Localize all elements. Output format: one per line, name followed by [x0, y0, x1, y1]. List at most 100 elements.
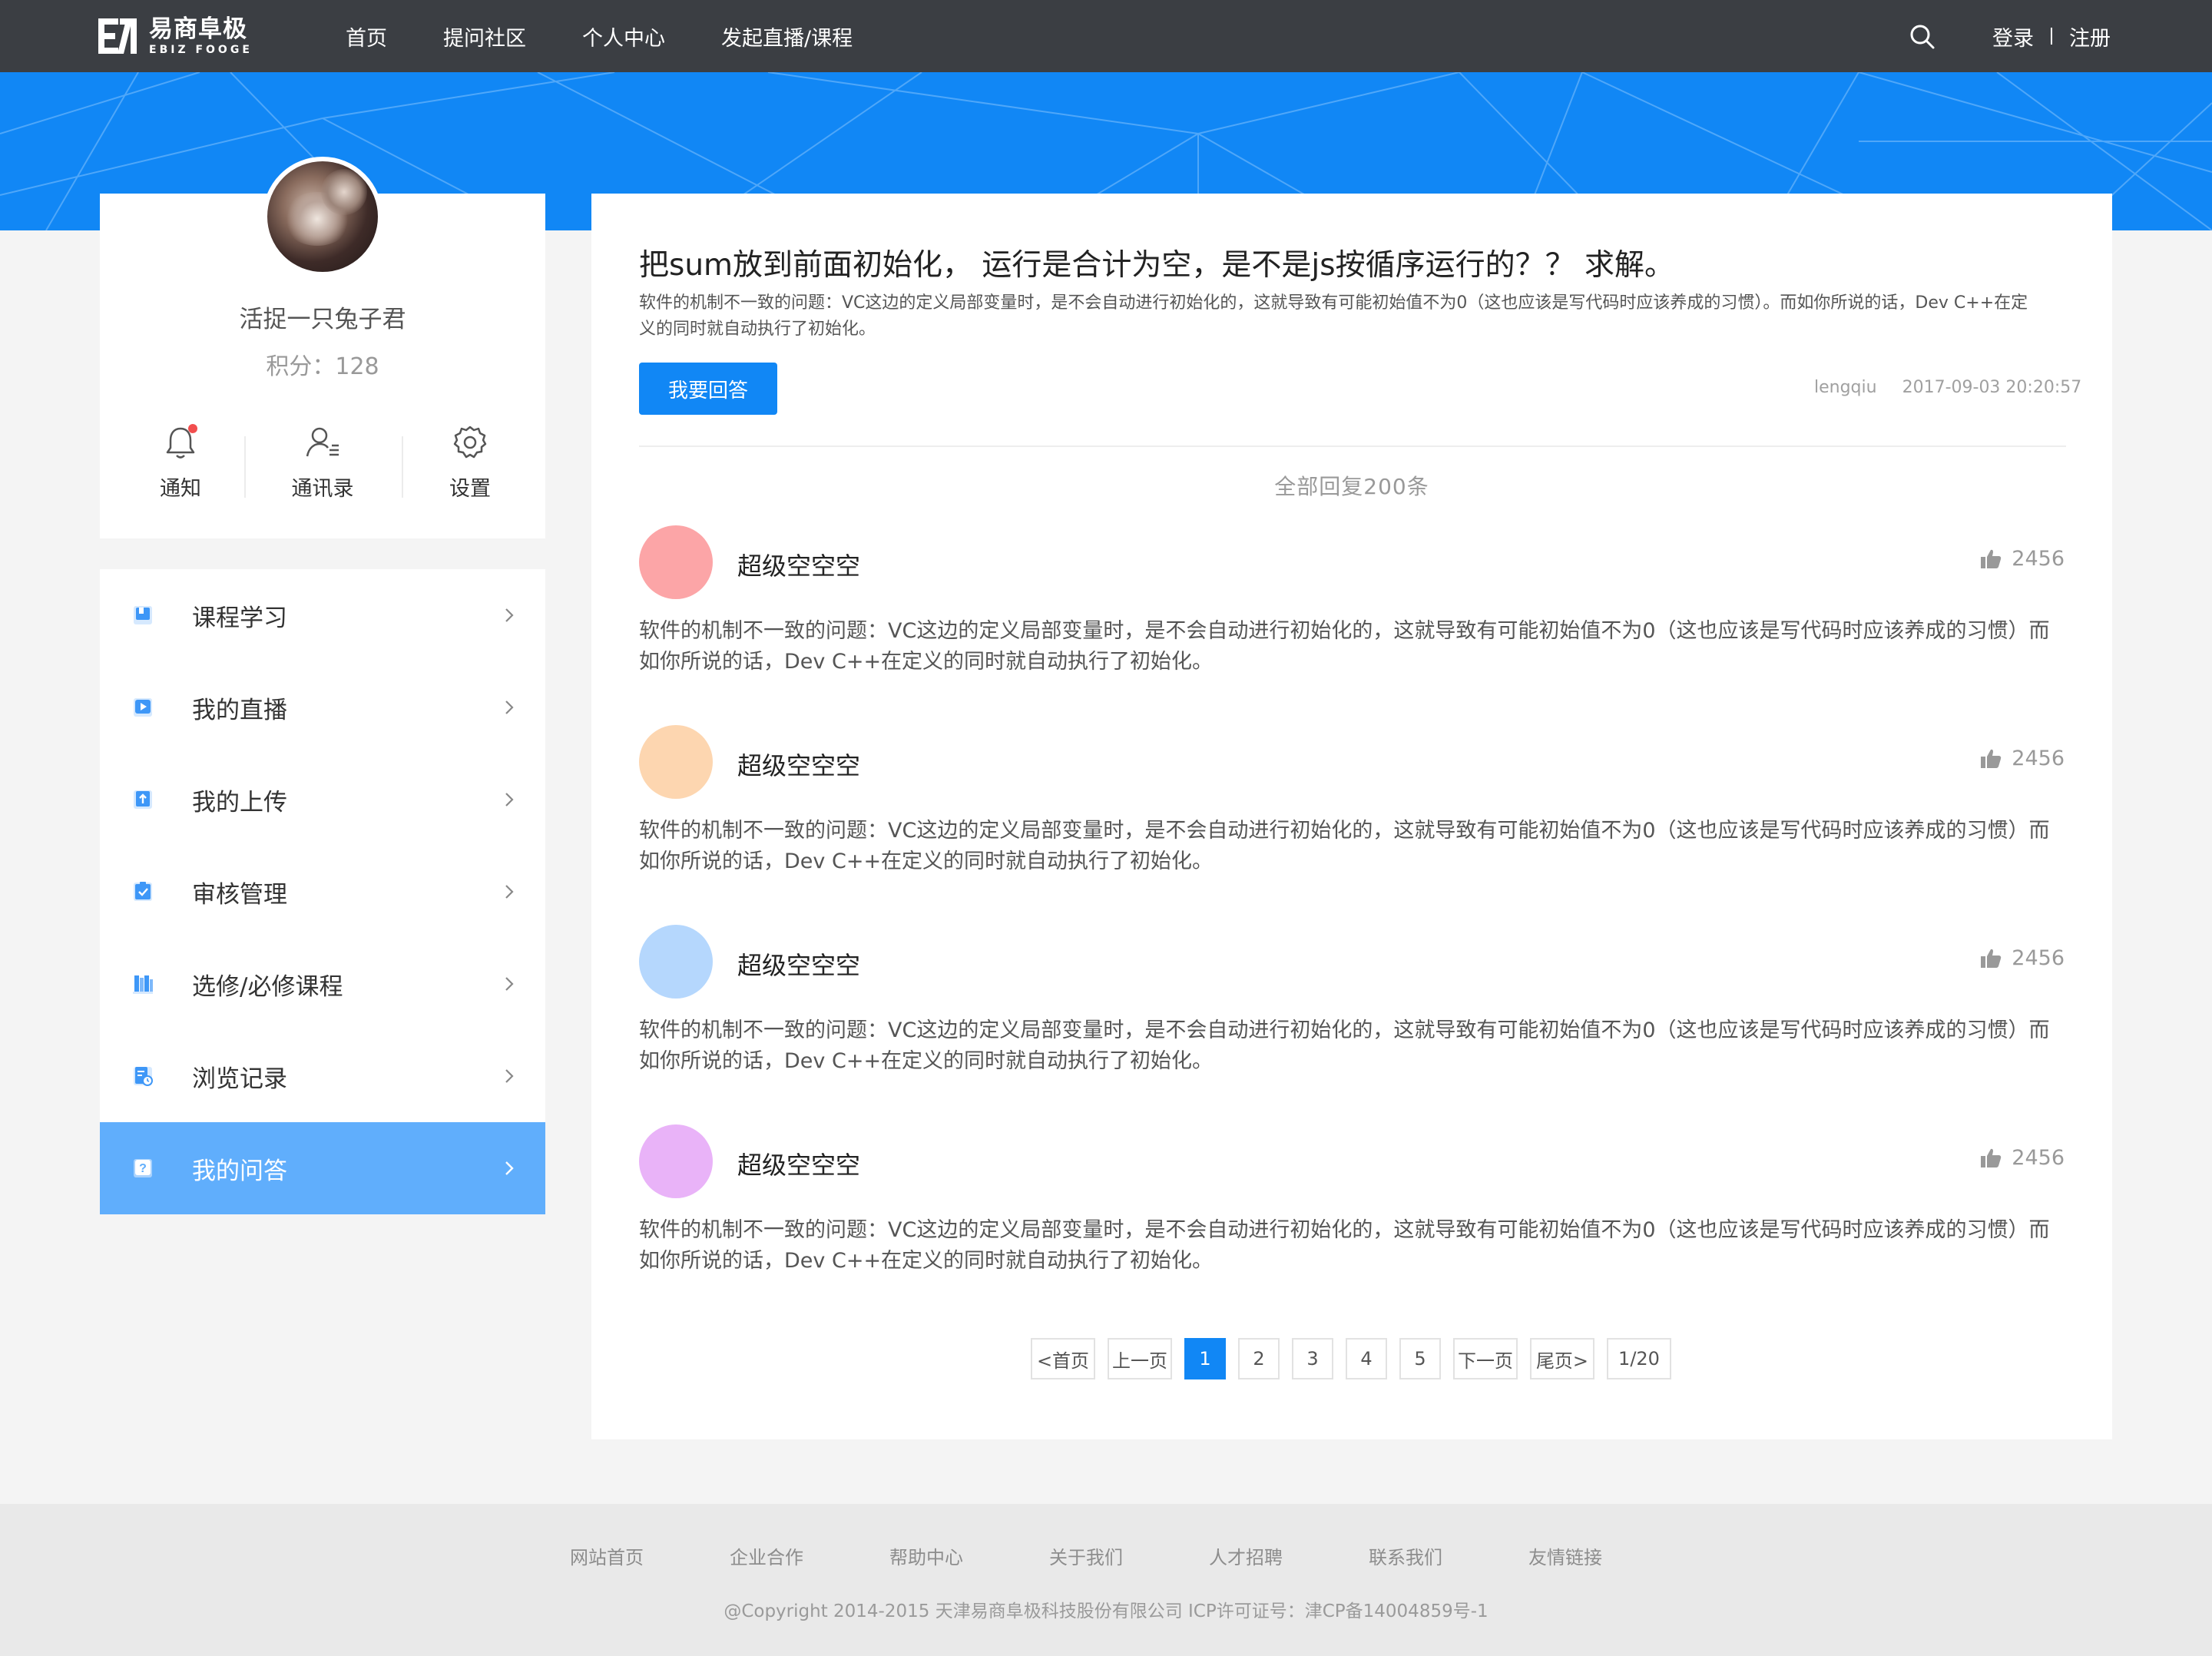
reply-username[interactable]: 超级空空空 [737, 747, 860, 782]
nav-home[interactable]: 首页 [346, 22, 387, 51]
pagination-prev[interactable]: 上一页 [1108, 1338, 1172, 1379]
logo-text-cn: 易商阜极 [149, 15, 247, 43]
chevron-right-icon [505, 885, 514, 899]
pagination-last[interactable]: 尾页> [1530, 1338, 1594, 1379]
reply-avatar[interactable] [639, 725, 713, 799]
register-link[interactable]: 注册 [2069, 22, 2111, 51]
divider [639, 445, 2066, 447]
pagination-page[interactable]: 1 [1184, 1338, 1226, 1379]
sidebar-menu: 课程学习 我的直播 我的上传 审核管理 选修/必修课程 浏览记录 ? 我的问答 [100, 569, 545, 1214]
pagination-first[interactable]: <首页 [1031, 1338, 1095, 1379]
footer-link-friends[interactable]: 友情链接 [1528, 1542, 1602, 1569]
question-meta: lengqiu 2017-09-03 20:20:57 [1814, 378, 2081, 397]
reply-avatar[interactable] [639, 525, 713, 599]
question-datetime: 2017-09-03 20:20:57 [1902, 378, 2082, 397]
footer-link-cooperation[interactable]: 企业合作 [730, 1542, 803, 1569]
thumbs-up-icon [1981, 749, 2002, 768]
like-button[interactable]: 2456 [1979, 946, 2065, 970]
pagination-next[interactable]: 下一页 [1453, 1338, 1518, 1379]
like-count: 2456 [2012, 547, 2065, 571]
nav-community[interactable]: 提问社区 [443, 22, 526, 51]
thumbs-up-icon [1981, 549, 2002, 568]
question-title: 把sum放到前面初始化， 运行是合计为空，是不是js按循序运行的？？ 求解。 [639, 248, 1674, 283]
profile-card: 活捉一只兔子君 积分：128 通知 通讯录 设置 [100, 157, 545, 538]
nav-personal-center[interactable]: 个人中心 [582, 22, 665, 51]
pagination-page[interactable]: 2 [1238, 1338, 1280, 1379]
reply-username[interactable]: 超级空空空 [737, 547, 860, 582]
like-button[interactable]: 2456 [1979, 1146, 2065, 1170]
top-navbar: 易商阜极 EBIZ FOOGE 首页 提问社区 个人中心 发起直播/课程 登录 … [0, 0, 2212, 72]
reply-username[interactable]: 超级空空空 [737, 946, 860, 982]
user-avatar[interactable] [263, 157, 382, 277]
pagination-page[interactable]: 4 [1346, 1338, 1387, 1379]
sidebar-item-my-live[interactable]: 我的直播 [100, 661, 545, 753]
sidebar-item-label: 选修/必修课程 [192, 972, 343, 1001]
reply-avatar[interactable] [639, 925, 713, 999]
thumbs-up-icon [1981, 1148, 2002, 1167]
history-icon [134, 1067, 153, 1086]
pagination-page[interactable]: 3 [1292, 1338, 1333, 1379]
book-icon [134, 606, 152, 624]
reply-username[interactable]: 超级空空空 [737, 1146, 860, 1181]
reply-text: 软件的机制不一致的问题：VC这边的定义局部变量时，是不会自动进行初始化的，这就导… [639, 1218, 2050, 1273]
like-count: 2456 [2012, 1146, 2065, 1170]
like-count: 2456 [2012, 747, 2065, 770]
footer-link-contact[interactable]: 联系我们 [1369, 1542, 1442, 1569]
contacts-icon [306, 427, 339, 457]
site-logo[interactable]: 易商阜极 EBIZ FOOGE [98, 17, 253, 55]
clipboard-check-icon [134, 882, 152, 901]
reply-item: 超级空空空 2456 软件的机制不一致的问题：VC这边的定义局部变量时，是不会自动进… [639, 525, 2066, 702]
reply-text: 软件的机制不一致的问题：VC这边的定义局部变量时，是不会自动进行初始化的，这就导… [639, 819, 2050, 873]
answer-button[interactable]: 我要回答 [639, 363, 777, 415]
chevron-right-icon [505, 608, 514, 622]
notification-badge [188, 424, 197, 433]
sidebar-item-label: 我的直播 [192, 696, 287, 724]
like-button[interactable]: 2456 [1979, 747, 2065, 770]
sidebar-item-label: 浏览记录 [192, 1065, 287, 1093]
footer-link-home[interactable]: 网站首页 [570, 1542, 644, 1569]
chevron-right-icon [505, 1069, 514, 1083]
footer-link-about[interactable]: 关于我们 [1049, 1542, 1123, 1569]
sidebar-item-label: 审核管理 [192, 880, 287, 909]
like-count: 2456 [2012, 946, 2065, 970]
question-author[interactable]: lengqiu [1814, 378, 1877, 397]
quick-link-notifications[interactable]: 通知 [123, 424, 238, 502]
auth-divider [2051, 28, 2052, 45]
sidebar-item-course-study[interactable]: 课程学习 [100, 569, 545, 661]
question-description: 软件的机制不一致的问题：VC这边的定义局部变量时，是不会自动进行初始化的，这就导… [639, 293, 2028, 339]
footer-link-jobs[interactable]: 人才招聘 [1209, 1542, 1283, 1569]
thumbs-up-icon [1981, 949, 2002, 968]
reply-text: 软件的机制不一致的问题：VC这边的定义局部变量时，是不会自动进行初始化的，这就导… [639, 619, 2050, 674]
sidebar-item-label: 我的上传 [192, 788, 287, 816]
sidebar-item-my-upload[interactable]: 我的上传 [100, 753, 545, 846]
sidebar-item-elective-courses[interactable]: 选修/必修课程 [100, 938, 545, 1030]
auth-links: 登录 注册 [1992, 0, 2111, 72]
play-icon [134, 698, 152, 717]
reply-count: 全部回复200条 [1274, 474, 1429, 499]
pagination-page[interactable]: 5 [1399, 1338, 1441, 1379]
nav-start-live[interactable]: 发起直播/课程 [721, 22, 853, 51]
footer-link-help[interactable]: 帮助中心 [889, 1542, 963, 1569]
reply-item: 超级空空空 2456 软件的机制不一致的问题：VC这边的定义局部变量时，是不会自动进… [639, 925, 2066, 1101]
copyright: @Copyright 2014-2015 天津易商阜极科技股份有限公司 ICP许… [724, 1601, 1488, 1621]
chevron-right-icon [505, 700, 514, 714]
gear-icon [453, 426, 487, 459]
question-icon: ? [134, 1159, 152, 1177]
quick-link-label: 通讯录 [291, 477, 354, 501]
quick-links: 通知 通讯录 设置 [100, 424, 545, 501]
pagination: <首页 上一页 1 2 3 4 5 下一页 尾页> 1/20 [1031, 1338, 1684, 1379]
reply-item: 超级空空空 2456 软件的机制不一致的问题：VC这边的定义局部变量时，是不会自动进… [639, 725, 2066, 902]
reply-avatar[interactable] [639, 1124, 713, 1198]
sidebar-item-my-qa[interactable]: ? 我的问答 [100, 1122, 545, 1214]
user-points: 积分：128 [266, 353, 379, 380]
footer-links: 网站首页 企业合作 帮助中心 关于我们 人才招聘 联系我们 友情链接 [570, 1542, 1688, 1569]
pagination-status: 1/20 [1607, 1338, 1671, 1379]
sidebar-item-browse-history[interactable]: 浏览记录 [100, 1030, 545, 1122]
quick-link-contacts[interactable]: 通讯录 [265, 424, 380, 502]
search-icon[interactable] [1909, 23, 1936, 51]
login-link[interactable]: 登录 [1992, 22, 2034, 51]
sidebar-item-review-management[interactable]: 审核管理 [100, 846, 545, 938]
divider [402, 436, 403, 498]
like-button[interactable]: 2456 [1979, 547, 2065, 571]
quick-link-settings[interactable]: 设置 [412, 424, 528, 502]
